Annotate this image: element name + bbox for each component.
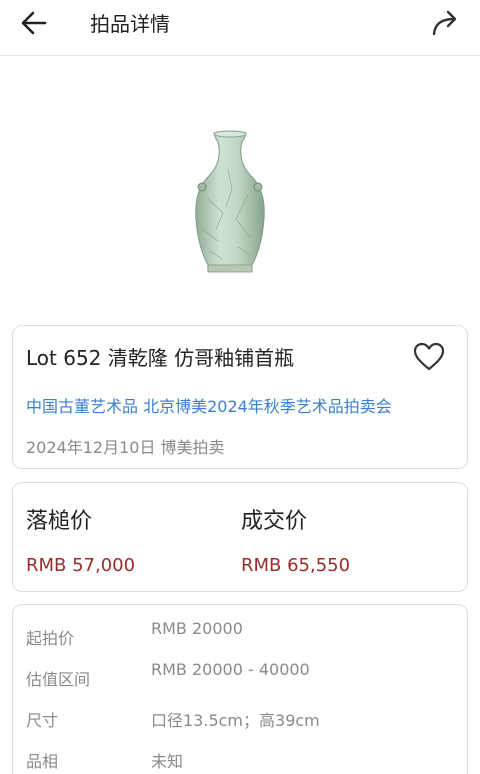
details-card: 起拍价 RMB 20000 估值区间 RMB 20000 - 40000 尺寸 …: [12, 604, 468, 774]
detail-row-condition: 品相 未知: [26, 748, 456, 774]
lot-info-card: Lot 652 清乾隆 仿哥釉铺首瓶 中国古董艺术品 北京博美2024年秋季艺术…: [12, 325, 468, 469]
detail-key: 尺寸: [26, 711, 59, 730]
arrow-left-icon: [21, 11, 47, 35]
page-title: 拍品详情: [90, 12, 170, 36]
share-button[interactable]: [428, 6, 462, 40]
image-gallery[interactable]: [0, 57, 480, 338]
price-card: 落槌价 RMB 57,000 成交价 RMB 65,550: [12, 482, 468, 592]
heart-outline-icon: [413, 342, 445, 371]
final-price-value: RMB 65,550: [241, 555, 351, 576]
back-button[interactable]: [18, 8, 54, 38]
detail-key: 起拍价: [26, 629, 75, 648]
final-price-label: 成交价: [241, 509, 308, 534]
detail-row-start-price: 起拍价 RMB 20000: [26, 619, 456, 651]
auction-link[interactable]: 中国古董艺术品 北京博美2024年秋季艺术品拍卖会: [26, 393, 392, 417]
detail-row-estimate: 估值区间 RMB 20000 - 40000: [26, 660, 456, 692]
detail-value: RMB 20000 - 40000: [151, 660, 310, 679]
detail-row-size: 尺寸 口径13.5cm；高39cm: [26, 707, 456, 733]
favorite-button[interactable]: [413, 342, 445, 372]
detail-value: 未知: [151, 752, 184, 771]
lot-title: Lot 652 清乾隆 仿哥釉铺首瓶: [26, 346, 295, 370]
detail-key: 估值区间: [26, 670, 91, 689]
hammer-price-label: 落槌价: [26, 509, 93, 534]
hammer-price-value: RMB 57,000: [26, 555, 136, 576]
share-arrow-icon: [432, 10, 457, 36]
vase-image: [195, 130, 265, 273]
detail-value: 口径13.5cm；高39cm: [151, 711, 320, 730]
top-bar: 拍品详情: [0, 0, 480, 56]
detail-value: RMB 20000: [151, 619, 243, 638]
detail-key: 品相: [26, 752, 59, 771]
auction-date: 2024年12月10日 博美拍卖: [26, 438, 225, 457]
